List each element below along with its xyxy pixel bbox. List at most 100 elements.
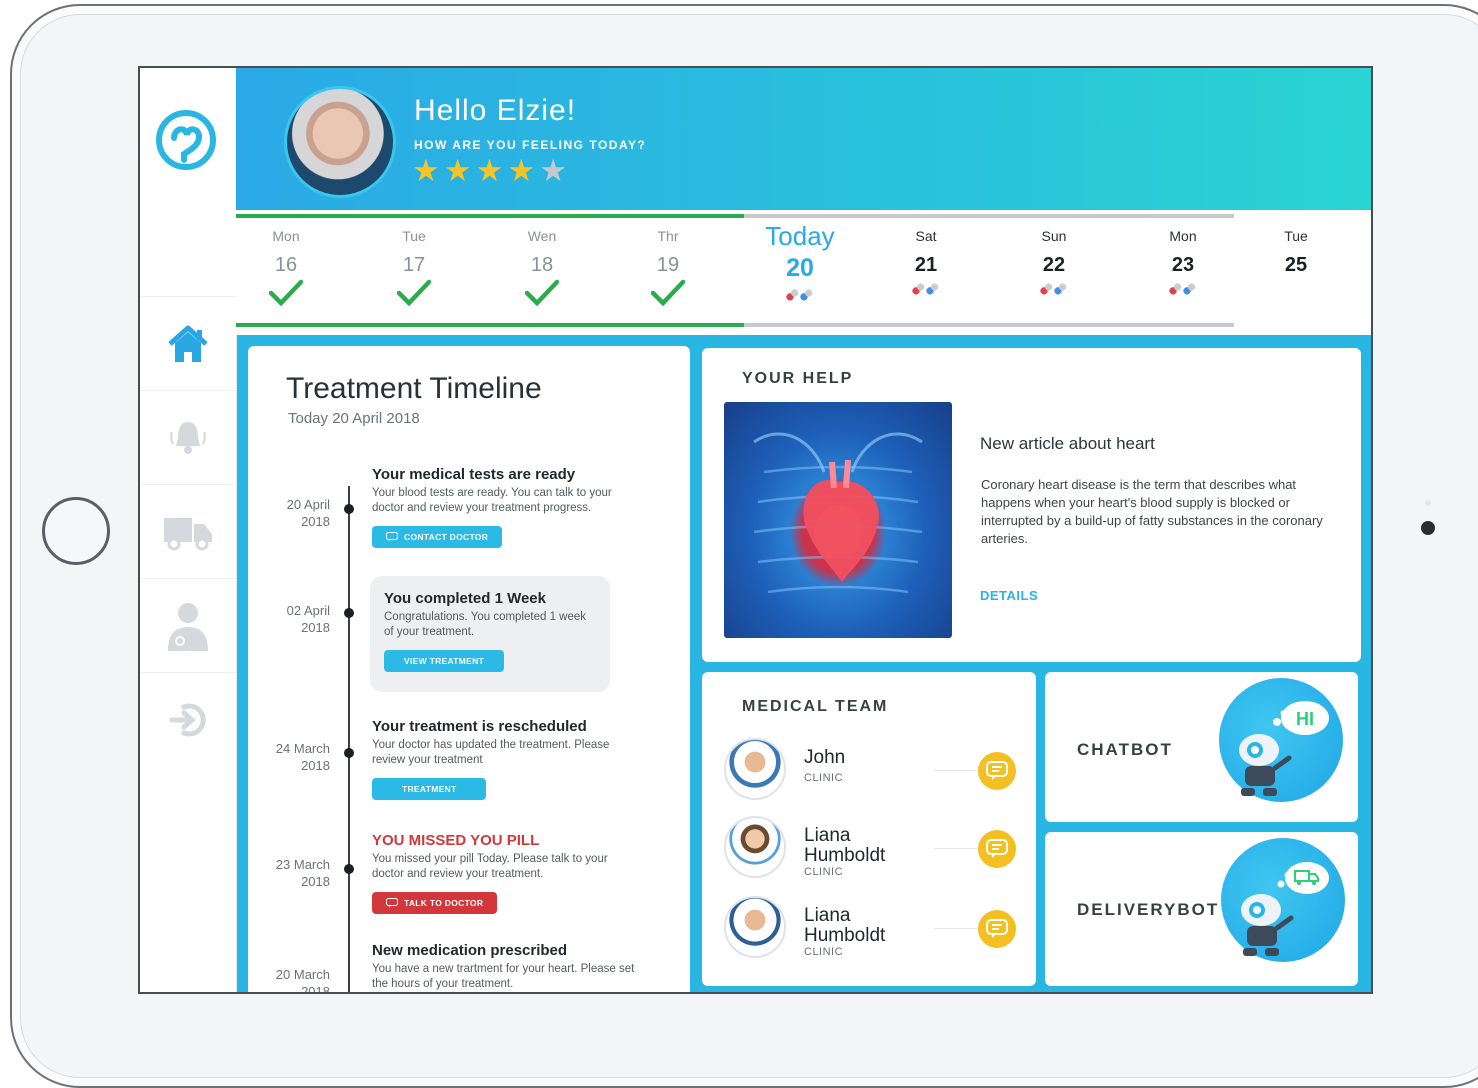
calendar-day[interactable]: Tue 25 — [1246, 224, 1346, 277]
avatar — [724, 896, 786, 958]
header: Hello Elzie! HOW ARE YOU FEELING TODAY? … — [236, 68, 1371, 210]
sidebar-item-logout[interactable] — [140, 672, 236, 767]
pill-icon — [786, 289, 813, 301]
tablet-camera — [1421, 521, 1435, 535]
mood-rating[interactable]: ★ ★ ★ ★ ★ — [412, 154, 567, 188]
event-text: You missed your pill Today. Please talk … — [372, 853, 608, 880]
timeline-title: Treatment Timeline — [286, 372, 542, 405]
team-member[interactable]: John CLINIC — [724, 738, 1024, 804]
day-number: 21 — [914, 254, 938, 276]
pill-icon — [1040, 283, 1067, 295]
team-member[interactable]: Liana Humboldt CLINIC — [724, 816, 1024, 882]
event-text: Your blood tests are ready. You can talk… — [372, 487, 612, 514]
view-treatment-button[interactable]: VIEW TREATMENT — [384, 650, 505, 672]
deliverybot-avatar — [1221, 838, 1345, 962]
day-number: 23 — [1171, 254, 1195, 276]
progress-line-done — [236, 214, 744, 218]
help-heading: YOUR HELP — [742, 370, 854, 387]
week-calendar: Mon 16 Tue 17 Wen 18 Thr 19 Today 20 Sat 21 Sun 22 Mon… — [236, 210, 1371, 335]
event-dot — [344, 608, 354, 618]
team-member[interactable]: Liana Humboldt CLINIC — [724, 896, 1024, 962]
check-icon — [396, 279, 432, 307]
day-name: Sat — [915, 228, 937, 244]
member-role: CLINIC — [804, 772, 844, 784]
calendar-day[interactable]: Tue 17 — [364, 224, 464, 307]
star-icon[interactable]: ★ — [444, 154, 472, 188]
home-icon — [168, 325, 208, 362]
event-title: Your treatment is rescheduled — [372, 718, 587, 735]
star-icon[interactable]: ★ — [412, 154, 440, 188]
treatment-timeline-card: Treatment Timeline Today 20 April 2018 2… — [248, 346, 690, 992]
member-role: CLINIC — [804, 946, 844, 958]
timeline-axis — [348, 486, 350, 992]
event-title: YOU MISSED YOU PILL — [372, 832, 540, 849]
heart-article-image[interactable] — [724, 402, 952, 638]
sidebar-item-home[interactable] — [140, 296, 236, 391]
doctor-icon — [168, 603, 208, 651]
calendar-day[interactable]: Today 20 — [750, 221, 850, 305]
day-name: Today — [765, 221, 835, 251]
calendar-day[interactable]: Sun 22 — [1004, 224, 1104, 299]
sidebar — [140, 68, 237, 992]
feeling-prompt: HOW ARE YOU FEELING TODAY? — [414, 138, 647, 152]
event-date: 02 April 2018 — [286, 603, 330, 635]
talk-to-doctor-button[interactable]: TALK TO DOCTOR — [372, 892, 498, 914]
article-text: Coronary heart disease is the term that … — [981, 477, 1323, 546]
day-name: Mon — [272, 228, 300, 244]
progress-line-remaining — [744, 214, 1234, 218]
timeline-subtitle: Today 20 April 2018 — [288, 410, 420, 427]
day-name: Wen — [527, 228, 557, 244]
medical-team-card: MEDICAL TEAM John CLINIC Liana Humboldt … — [702, 672, 1036, 986]
deliverybot-card[interactable]: DELIVERYBOT — [1045, 832, 1358, 986]
sidebar-item-delivery[interactable] — [140, 484, 236, 579]
chatbot-label: CHATBOT — [1077, 740, 1173, 759]
event-dot — [344, 864, 354, 874]
greeting: Hello Elzie! — [414, 94, 577, 127]
day-number: 16 — [274, 254, 298, 276]
day-name: Sun — [1041, 228, 1067, 244]
day-name: Tue — [402, 228, 426, 244]
chatbot-card[interactable]: CHATBOT HI — [1045, 672, 1358, 822]
event-text: Congratulations. You completed 1 week of… — [384, 611, 587, 638]
calendar-day[interactable]: Mon 16 — [236, 224, 336, 307]
event-title: New medication prescribed — [372, 942, 568, 959]
day-number: 22 — [1042, 254, 1066, 276]
event-text: Your doctor has updated the treatment. P… — [372, 739, 610, 766]
event-date: 20 March 2018 — [275, 967, 330, 994]
day-number: 19 — [656, 254, 680, 276]
day-name: Mon — [1169, 228, 1197, 244]
message-button[interactable] — [978, 910, 1016, 948]
event-text: You have a new trartment for your heart.… — [372, 963, 635, 990]
user-avatar[interactable] — [284, 86, 396, 198]
contact-doctor-button[interactable]: CONTACT DOCTOR — [372, 526, 503, 548]
calendar-day[interactable]: Sat 21 — [876, 224, 976, 299]
message-icon — [986, 761, 1008, 780]
event-date: 24 March 2018 — [275, 741, 330, 773]
event-date: 20 April 2018 — [286, 497, 330, 529]
app-screen: Hello Elzie! HOW ARE YOU FEELING TODAY? … — [138, 66, 1373, 994]
heart-illustration — [753, 432, 923, 594]
member-name: Liana Humboldt — [804, 905, 886, 946]
chat-icon — [386, 898, 398, 908]
logout-icon — [169, 703, 206, 737]
tablet-sensor — [1425, 500, 1431, 506]
day-name: Tue — [1284, 228, 1308, 244]
calendar-day[interactable]: Thr 19 — [618, 224, 718, 307]
message-button[interactable] — [978, 752, 1016, 790]
treatment-button[interactable]: TREATMENT — [372, 778, 487, 800]
star-icon[interactable]: ★ — [539, 154, 567, 188]
star-icon[interactable]: ★ — [507, 154, 535, 188]
app-logo-icon[interactable] — [154, 108, 218, 172]
star-icon[interactable]: ★ — [476, 154, 504, 188]
day-number: 18 — [530, 254, 554, 276]
tablet-home-button[interactable] — [42, 497, 110, 565]
sidebar-item-notifications[interactable] — [140, 390, 236, 485]
day-number: 17 — [402, 254, 426, 276]
calendar-day[interactable]: Wen 18 — [492, 224, 592, 307]
message-button[interactable] — [978, 830, 1016, 868]
day-name: Thr — [657, 228, 679, 244]
robot-icon — [1241, 862, 1329, 956]
sidebar-item-doctors[interactable] — [140, 578, 236, 673]
calendar-day[interactable]: Mon 23 — [1133, 224, 1233, 299]
details-link[interactable]: DETAILS — [980, 588, 1038, 603]
